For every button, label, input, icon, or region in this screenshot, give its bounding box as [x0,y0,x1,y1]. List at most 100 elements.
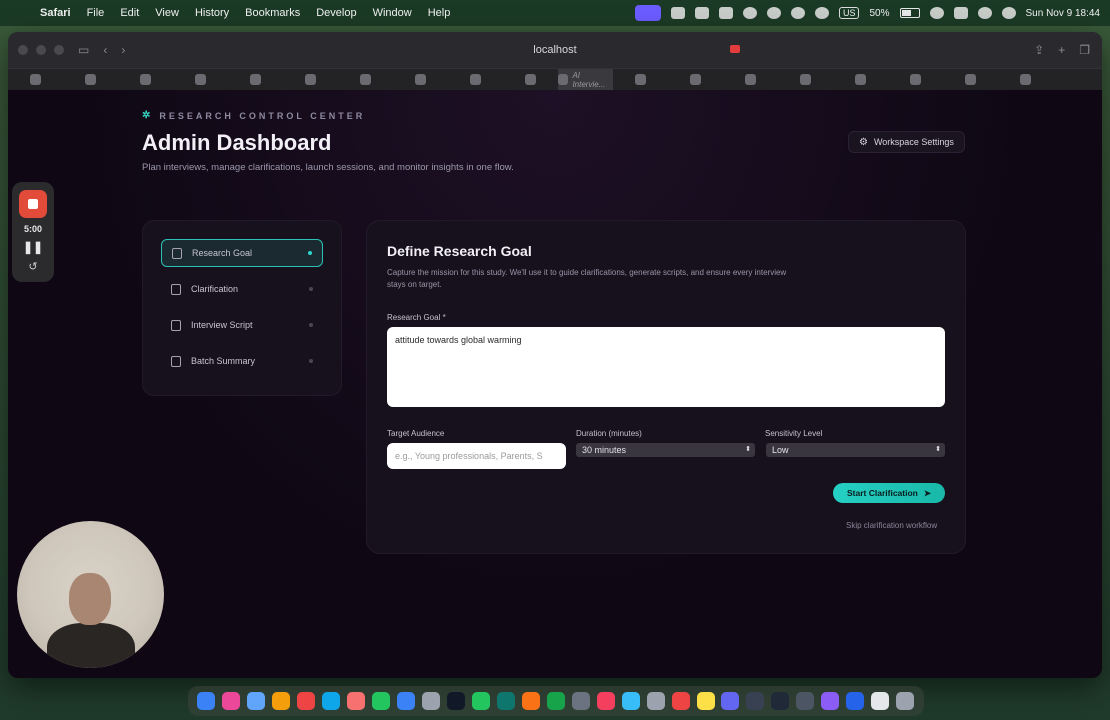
menu-bookmarks[interactable]: Bookmarks [245,7,300,19]
dock-app-icon[interactable] [422,692,441,710]
status-app-icon[interactable] [766,7,781,19]
back-icon[interactable]: ‹ [103,43,107,57]
tab[interactable] [888,74,943,85]
menu-window[interactable]: Window [373,7,412,19]
notion-icon[interactable] [447,692,465,710]
chrome-icon[interactable] [671,692,690,710]
tab[interactable] [503,74,558,85]
tab[interactable] [613,74,668,85]
tab[interactable] [668,74,723,85]
tab[interactable] [393,74,448,85]
dock-app-icon[interactable] [846,692,865,710]
dock-app-icon[interactable] [796,692,815,710]
calendar-icon[interactable] [347,692,366,710]
wechat-icon[interactable] [742,7,757,19]
spotify-icon[interactable] [471,692,490,710]
menubar-clock[interactable]: Sun Nov 9 18:44 [1026,8,1101,19]
clock-icon[interactable] [814,7,829,19]
menu-app-name[interactable]: Safari [40,7,71,19]
finder-icon[interactable] [197,692,216,710]
safari-icon[interactable] [247,692,266,710]
sidebar-toggle-icon[interactable]: ▭ [78,43,89,57]
menu-develop[interactable]: Develop [316,7,356,19]
start-clarification-button[interactable]: Start Clarification ➤ [833,483,945,503]
dock-app-icon[interactable] [646,692,665,710]
tab[interactable] [833,74,888,85]
menu-edit[interactable]: Edit [120,7,139,19]
keyboard-icon[interactable] [953,7,968,19]
tab[interactable] [228,74,283,85]
mail-icon[interactable] [322,692,341,710]
wifi-icon[interactable] [929,7,944,19]
tab[interactable] [998,74,1053,85]
trash-icon[interactable] [896,692,915,710]
dock-app-icon[interactable] [372,692,391,710]
status-app-icon[interactable] [694,7,709,19]
notes-icon[interactable] [696,692,715,710]
slack-icon[interactable] [821,692,840,710]
battery-icon[interactable] [899,8,920,18]
restart-icon[interactable]: ↺ [28,260,37,273]
control-center-icon[interactable] [977,7,992,19]
tab[interactable] [448,74,503,85]
tab-active[interactable]: AI Intervie... [558,68,613,91]
downloads-folder-icon[interactable] [871,692,890,710]
tab[interactable] [118,74,173,85]
step-research-goal[interactable]: Research Goal [161,239,323,267]
menu-view[interactable]: View [155,7,179,19]
research-goal-textarea[interactable]: attitude towards global warming [387,327,945,407]
telegram-icon[interactable] [621,692,640,710]
dock-app-icon[interactable] [571,692,590,710]
dock-app-icon[interactable] [272,692,291,710]
webcam-bubble[interactable] [17,521,164,668]
step-batch-summary[interactable]: Batch Summary [161,347,323,375]
tab[interactable] [778,74,833,85]
dock-app-icon[interactable] [771,692,790,710]
spotlight-search-icon[interactable] [1001,7,1016,19]
step-clarification[interactable]: Clarification [161,275,323,303]
duration-value: 30 minutes [582,445,627,455]
dock-app-icon[interactable] [222,692,241,710]
screen-record-icon[interactable] [634,5,661,21]
discord-icon[interactable] [721,692,740,710]
dock-app-icon[interactable] [746,692,765,710]
tab[interactable] [723,74,778,85]
menu-file[interactable]: File [87,7,105,19]
share-icon[interactable]: ⇪ [1034,43,1044,57]
pause-icon[interactable]: ❚❚ [23,240,43,254]
skip-clarification-link[interactable]: Skip clarification workflow [846,521,937,530]
tab[interactable] [63,74,118,85]
forward-icon[interactable]: › [121,43,125,57]
status-app-icon[interactable] [670,7,685,19]
tab[interactable] [283,74,338,85]
duration-select[interactable]: 30 minutes ⬍ [576,443,755,457]
workspace-settings-button[interactable]: ⚙ Workspace Settings [848,131,965,153]
dock-app-icon[interactable] [521,692,540,710]
tab-overview-icon[interactable]: ❐ [1079,43,1090,57]
gear-icon: ⚙ [859,136,868,148]
dock-app-icon[interactable] [397,692,416,710]
zoom-window-icon[interactable] [54,45,64,55]
sensitivity-select[interactable]: Low ⬍ [766,443,945,457]
dock-app-icon[interactable] [496,692,515,710]
close-window-icon[interactable] [18,45,28,55]
menu-history[interactable]: History [195,7,229,19]
dock-app-icon[interactable] [297,692,316,710]
address-bar[interactable]: localhost [533,44,576,56]
status-app-icon[interactable] [718,7,733,19]
input-source-badge[interactable]: US [838,7,860,19]
target-audience-input[interactable]: e.g., Young professionals, Parents, S [387,443,566,469]
tab[interactable] [8,74,63,85]
menu-help[interactable]: Help [428,7,451,19]
tab[interactable] [338,74,393,85]
tab[interactable] [173,74,228,85]
minimize-window-icon[interactable] [36,45,46,55]
apple-menu-icon[interactable] [14,6,28,20]
new-tab-icon[interactable]: + [1058,43,1065,57]
stop-recording-button[interactable] [19,190,47,218]
tab[interactable] [943,74,998,85]
music-icon[interactable] [596,692,615,710]
grammarly-icon[interactable] [546,692,565,710]
step-interview-script[interactable]: Interview Script [161,311,323,339]
play-icon[interactable] [790,7,805,19]
